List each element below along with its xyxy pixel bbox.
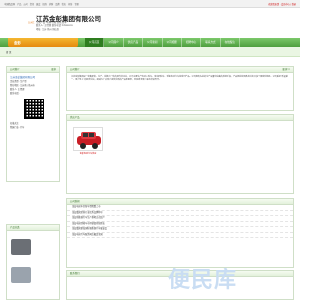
top-link[interactable]: 求购 (49, 2, 53, 6)
top-bar: 中国精品网 产品 公司 资讯 展会 招商 求购 品牌 供应 问答 专题 欢迎您来… (0, 0, 300, 8)
top-link[interactable]: 公司 (23, 2, 27, 6)
top-link[interactable]: 资讯 (30, 2, 34, 6)
news-panel: 公司新闻 金彭电动车全新车型隆重上市 金彭集团荣获行业优秀品牌称号 金彭新能源汽… (66, 198, 294, 268)
about-text: 江苏金彭集团是一家集研发、生产、销售为一体的现代化企业，公司主要生产电动三轮车、… (71, 76, 288, 82)
nav-item-album[interactable]: 公司相册 (163, 38, 182, 47)
top-link[interactable]: 问答 (68, 2, 72, 6)
nav-brand[interactable]: 金彭 (8, 38, 78, 47)
qr-code-image (24, 99, 44, 119)
more-link[interactable]: 更多 (51, 67, 56, 72)
car-thumbnail-silver[interactable] (11, 267, 31, 283)
watermark-logo: 便民库 (168, 268, 238, 293)
panel-title: 公司简介 (70, 68, 80, 71)
member-links[interactable]: 欢迎您来到 · 会员中心 | 登录 (268, 2, 296, 6)
panel-title: 产品分类 (10, 226, 20, 229)
about-panel: 公司简介 更多>> 江苏金彭集团是一家集研发、生产、销售为一体的现代化企业，公司… (66, 66, 294, 111)
breadcrumb-bar: 首 页 (0, 47, 300, 57)
top-links: 中国精品网 产品 公司 资讯 展会 招商 求购 品牌 供应 问答 专题 (4, 2, 79, 6)
top-link[interactable]: 供应 (62, 2, 66, 6)
nav-item-products[interactable]: 供应产品 (124, 38, 144, 47)
top-link[interactable]: 产品 (17, 2, 21, 6)
panel-title: 供应产品 (70, 116, 80, 119)
company-intro-panel: 公司简介 更多 江苏金彭集团有限公司 企业类型: 生产型 所在地区: 江苏省 |… (6, 66, 60, 182)
header-contact: 主营产品: 电动 三轮 四轮 轿车 联系人: 王经理 联系电话: 13xxxxx… (36, 22, 73, 32)
panel-title: 联系我们 (70, 272, 80, 275)
nav-items: 公司首页 公司简介 供应产品 公司新闻 公司相册 招聘中心 联系方式 在线留言 (85, 38, 240, 47)
nav-item-jobs[interactable]: 招聘中心 (182, 38, 202, 47)
red-car-icon (77, 132, 101, 149)
top-link[interactable]: 展会 (36, 2, 40, 6)
header: 五洲汇 江苏金彭集团有限公司 主营产品: 电动 三轮 四轮 轿车 联系人: 王经… (0, 8, 300, 36)
panel-title: 公司简介 (10, 68, 20, 71)
site-logo[interactable]: 五洲汇 (28, 20, 35, 24)
nav-item-home[interactable]: 公司首页 (85, 38, 105, 47)
panel-header: 产品分类 (7, 225, 59, 231)
car-thumbnail-grey[interactable] (11, 239, 31, 255)
main-nav: 金彭 公司首页 公司简介 供应产品 公司新闻 公司相册 招聘中心 联系方式 在线… (0, 38, 300, 47)
intro-line: 联系电话: (10, 93, 20, 95)
top-link[interactable]: 品牌 (55, 2, 59, 6)
news-list: 金彭电动车全新车型隆重上市 金彭集团荣获行业优秀品牌称号 金彭新能源汽车生产基地… (67, 205, 293, 238)
more-link[interactable]: 更多>> (282, 67, 290, 72)
products-panel: 供应产品 金彭电动汽车供应 (66, 114, 294, 194)
top-link[interactable]: 专题 (74, 2, 78, 6)
intro-body: 江苏金彭集团有限公司 企业类型: 生产型 所在地区: 江苏省 | 徐州市 联系人… (7, 73, 59, 133)
product-name-link[interactable]: 金彭电动汽车供应 (73, 152, 103, 155)
panel-header: 供应产品 (67, 115, 293, 121)
top-link[interactable]: 中国精品网 (4, 2, 15, 6)
nav-item-contact[interactable]: 联系方式 (201, 38, 221, 47)
product-category-panel: 产品分类 (6, 224, 60, 300)
nav-item-news[interactable]: 公司新闻 (143, 38, 163, 47)
header-contact-line: 地址: 江苏 徐州 铜山区 (36, 28, 60, 31)
product-image[interactable] (73, 127, 103, 151)
panel-title: 公司新闻 (70, 200, 80, 203)
top-link[interactable]: 招商 (42, 2, 46, 6)
intro-line: 所属行业: 汽车 (10, 127, 25, 129)
nav-item-about[interactable]: 公司简介 (104, 38, 124, 47)
top-right-links[interactable]: 欢迎您来到 · 会员中心 | 登录 (268, 2, 296, 6)
nav-item-message[interactable]: 在线留言 (221, 38, 240, 47)
breadcrumb[interactable]: 首 页 (6, 50, 11, 54)
product-card[interactable]: 金彭电动汽车供应 (73, 127, 103, 155)
news-item[interactable]: 金彭电动汽车服务网点覆盖全国 (67, 233, 293, 238)
